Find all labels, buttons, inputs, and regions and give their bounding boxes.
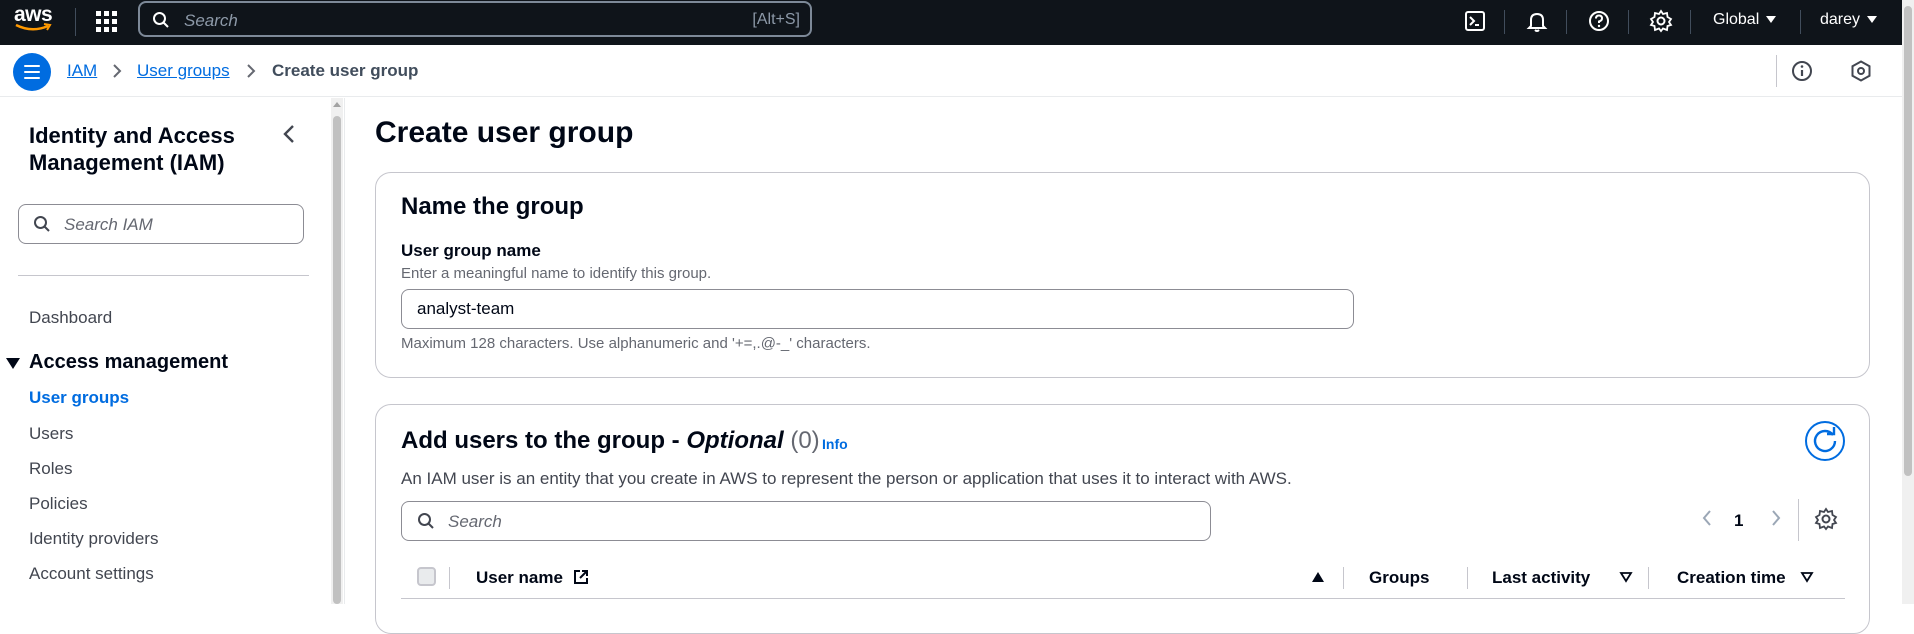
select-all-checkbox[interactable] [417, 567, 436, 586]
info-link[interactable]: Info [822, 436, 848, 452]
sidebar-item-user-groups[interactable]: User groups [29, 388, 129, 408]
chevron-right-icon [113, 64, 122, 78]
search-shortcut: [Alt+S] [752, 11, 800, 28]
user-group-name-description: Enter a meaningful name to identify this… [401, 265, 712, 282]
column-divider [449, 567, 450, 589]
nav-divider [1504, 10, 1505, 34]
add-users-heading: Add users to the group - Optional (0) [401, 427, 820, 455]
caret-down-icon [1766, 16, 1777, 24]
main-scrollbar[interactable] [1902, 0, 1914, 604]
table-header-row: User name Groups Last activity Creation … [401, 555, 1845, 599]
current-page[interactable]: 1 [1734, 511, 1743, 531]
top-navigation: aws Search [Alt+S] Global darey [0, 0, 1914, 45]
sidebar-item-policies[interactable]: Policies [29, 494, 88, 514]
column-header-last-activity[interactable]: Last activity [1492, 568, 1590, 588]
bell-icon[interactable] [1525, 9, 1549, 33]
settings-icon[interactable] [1649, 9, 1673, 33]
sidebar-divider [18, 275, 309, 276]
sidebar-item-identity-providers[interactable]: Identity providers [29, 529, 158, 549]
column-header-groups[interactable]: Groups [1369, 568, 1429, 588]
breadcrumb-iam[interactable]: IAM [67, 61, 97, 81]
sidebar-scrollbar[interactable] [331, 98, 343, 604]
sidebar-item-dashboard[interactable]: Dashboard [29, 308, 112, 328]
sort-descending-icon[interactable] [1619, 571, 1633, 583]
user-count: (0) [790, 427, 820, 454]
region-label: Global [1713, 11, 1760, 28]
cloudshell-icon[interactable] [1463, 9, 1487, 33]
collapse-sidebar-icon[interactable] [282, 124, 296, 144]
sidebar-item-account-settings[interactable]: Account settings [29, 564, 154, 584]
column-label: User name [476, 568, 563, 587]
caret-down-icon [1867, 16, 1878, 24]
previous-page-icon[interactable] [1701, 509, 1713, 527]
search-placeholder: Search [184, 11, 238, 30]
breadcrumb-bar: IAM User groups Create user group [0, 45, 1904, 97]
name-group-card: Name the group User group name Enter a m… [375, 172, 1870, 378]
sidebar-item-users[interactable]: Users [29, 424, 73, 444]
next-page-icon[interactable] [1770, 509, 1782, 527]
aws-smile-icon [15, 23, 52, 31]
refresh-button[interactable] [1805, 421, 1845, 461]
menu-button[interactable] [13, 53, 51, 91]
breadcrumb-user-groups[interactable]: User groups [137, 61, 230, 81]
search-icon [418, 513, 434, 529]
breadcrumb-current: Create user group [272, 61, 419, 80]
add-users-card: Add users to the group - Optional (0) In… [375, 404, 1870, 634]
sidebar-section-access-management[interactable]: Access management [29, 351, 228, 374]
refresh-icon [1813, 427, 1837, 453]
expand-triangle-icon[interactable] [6, 358, 20, 369]
user-group-name-input[interactable] [401, 289, 1354, 329]
hexagon-help-icon[interactable] [1849, 59, 1873, 83]
table-preferences-icon[interactable] [1814, 507, 1838, 531]
chevron-right-icon [247, 64, 256, 78]
region-selector[interactable]: Global [1713, 11, 1777, 29]
side-navigation: Identity and Access Management (IAM) Sea… [0, 98, 330, 604]
column-divider [1648, 567, 1649, 589]
column-divider [1343, 567, 1344, 589]
page-title: Create user group [375, 116, 634, 149]
account-menu[interactable]: darey [1820, 11, 1878, 29]
sort-ascending-icon[interactable] [1312, 572, 1324, 582]
heading-prefix: Add users to the group - [401, 427, 687, 454]
column-header-user-name[interactable]: User name [476, 568, 590, 588]
account-name: darey [1820, 11, 1861, 28]
aws-logo-text: aws [14, 3, 53, 26]
column-divider [1467, 567, 1468, 589]
nav-divider [1800, 10, 1801, 34]
add-users-description: An IAM user is an entity that you create… [401, 469, 1292, 488]
user-group-name-constraint: Maximum 128 characters. Use alphanumeric… [401, 335, 871, 352]
sidebar-title[interactable]: Identity and Access Management (IAM) [29, 122, 269, 176]
global-search-input[interactable]: Search [Alt+S] [138, 1, 812, 37]
search-icon [153, 12, 169, 28]
card-heading: Name the group [401, 193, 584, 220]
services-grid-icon[interactable] [94, 9, 118, 33]
nav-divider [1566, 10, 1567, 34]
sidebar-border [344, 98, 345, 604]
external-link-icon [573, 570, 588, 584]
sidebar-item-roles[interactable]: Roles [29, 459, 72, 479]
divider [1776, 55, 1777, 87]
divider [1798, 499, 1799, 541]
search-icon [34, 216, 50, 232]
user-group-name-label: User group name [401, 241, 541, 260]
heading-optional: Optional [686, 427, 784, 454]
info-panel-icon[interactable] [1790, 59, 1814, 83]
sidebar-search-input[interactable]: Search IAM [18, 204, 304, 244]
users-search-input[interactable]: Search [401, 501, 1211, 541]
sidebar-search-placeholder: Search IAM [64, 215, 153, 234]
users-search-placeholder: Search [448, 512, 502, 531]
help-icon[interactable] [1587, 9, 1611, 33]
nav-divider [75, 8, 76, 36]
sort-descending-icon[interactable] [1800, 571, 1814, 583]
nav-divider [1690, 10, 1691, 34]
nav-divider [1628, 10, 1629, 34]
aws-logo[interactable]: aws [14, 3, 54, 35]
column-header-creation-time[interactable]: Creation time [1677, 568, 1786, 588]
